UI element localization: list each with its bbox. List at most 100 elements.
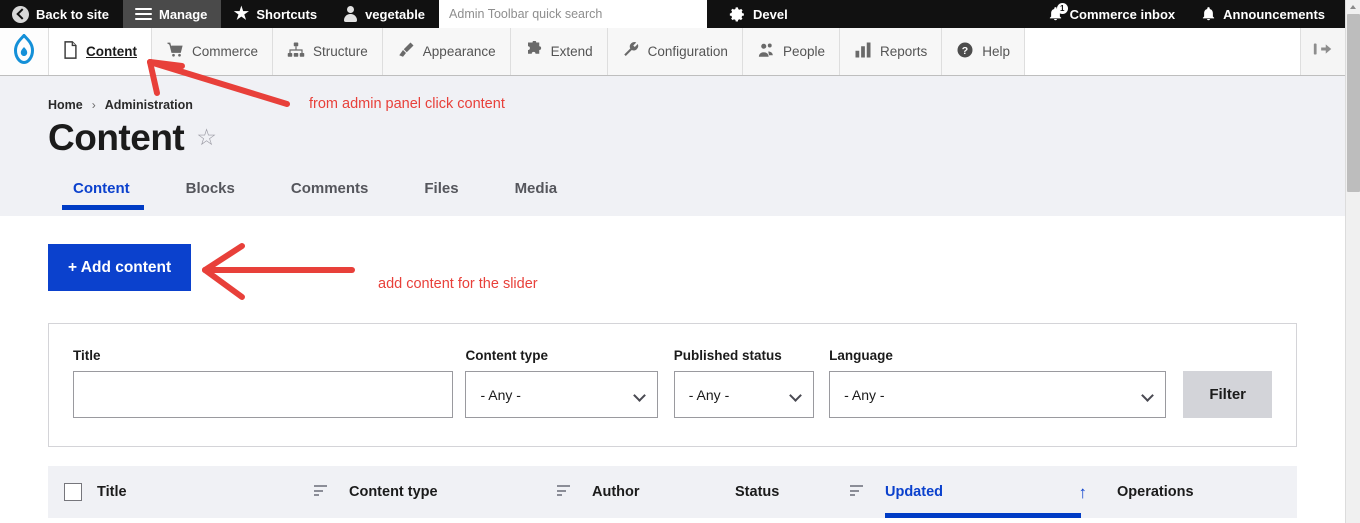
primary-tabs: Content Blocks Comments Files Media [48,180,585,210]
title-filter-label: Title [73,348,101,363]
tab-comments[interactable]: Comments [263,180,397,210]
menu-item-appearance-label: Appearance [422,44,496,59]
menu-item-help[interactable]: ? Help [941,28,1025,75]
bell-icon: 1 [1048,2,1068,23]
bell-icon [1201,6,1216,23]
language-filter-select[interactable]: - Any - [829,371,1167,418]
breadcrumb-item-administration[interactable]: Administration [105,98,193,112]
admin-toolbar-search-input[interactable] [439,0,708,28]
column-header-updated-label: Updated [885,484,943,500]
published-status-filter-value: - Any - [688,386,730,403]
content-table: Title Content type Author Status Updated [48,466,1297,518]
menu-item-extend[interactable]: Extend [509,28,607,75]
star-icon: ★ [233,4,250,23]
title-filter-input[interactable] [73,371,453,418]
tab-media-label: Media [514,180,558,197]
page-scrollbar[interactable] [1345,0,1360,523]
column-header-content-type[interactable]: Content type [349,466,592,518]
breadcrumb-item-home[interactable]: Home [48,98,83,112]
commerce-inbox-label: Commerce inbox [1069,6,1176,22]
svg-text:?: ? [962,45,968,57]
menu-item-people[interactable]: People [741,28,839,75]
sort-icon [850,485,863,499]
menu-item-commerce[interactable]: Commerce [151,28,273,75]
filter-submit-button[interactable]: Filter [1183,371,1272,418]
menu-item-reports-label: Reports [880,44,928,59]
content-type-filter-value: - Any - [480,386,521,403]
tab-content[interactable]: Content [48,180,158,210]
page-header-region: Home › Administration Content ☆ Content … [0,76,1345,216]
sort-icon [314,485,327,499]
tab-blocks[interactable]: Blocks [158,180,263,210]
username-label: vegetable [365,6,426,22]
add-content-button[interactable]: + Add content [48,244,192,291]
devel-label: Devel [753,6,788,22]
chevron-down-icon [1141,389,1154,402]
menu-item-structure[interactable]: Structure [272,28,382,75]
tab-comments-label: Comments [290,180,369,197]
select-all-checkbox[interactable] [64,483,82,501]
published-status-filter-select[interactable]: - Any - [673,371,814,418]
column-header-operations-label: Operations [1117,484,1194,500]
language-filter-label: Language [829,348,893,363]
tab-media[interactable]: Media [487,180,586,210]
page-title-row: Content ☆ [48,119,217,156]
sort-ascending-icon: ↑ [1078,482,1088,502]
column-header-author: Author [592,466,735,518]
table-header-row: Title Content type Author Status Updated [48,466,1297,518]
user-account-tab[interactable]: vegetable [331,0,439,28]
column-header-title[interactable]: Title [97,466,349,518]
manage-label: Manage [158,6,208,22]
menu-item-appearance[interactable]: Appearance [381,28,510,75]
back-to-site-label: Back to site [36,6,109,22]
commerce-inbox-badge: 1 [1056,2,1068,14]
column-header-status-label: Status [735,484,780,500]
tab-files-label: Files [424,180,459,197]
admin-toolbar-top: Back to site Manage ★ Shortcuts vegetabl… [0,0,1345,28]
sort-icon [557,485,570,499]
menu-item-reports[interactable]: Reports [839,28,942,75]
menu-item-people-label: People [782,44,825,59]
published-status-filter-label: Published status [673,348,782,363]
chevron-down-icon [788,389,802,402]
filter-field-language: Language - Any - [829,348,1167,418]
menu-item-help-label: Help [982,44,1011,59]
shortcuts-tab[interactable]: ★ Shortcuts [221,0,331,28]
devel-menu-item[interactable]: Devel [707,0,802,28]
column-header-updated[interactable]: Updated ↑ [885,466,1117,518]
column-header-operations: Operations [1117,466,1297,518]
tab-files[interactable]: Files [396,180,486,210]
breadcrumb: Home › Administration [48,98,193,112]
cart-icon [166,41,184,62]
filter-field-published-status: Published status - Any - [673,348,814,418]
collapse-toolbar-button[interactable] [1300,28,1345,75]
menu-item-structure-label: Structure [313,44,368,59]
commerce-inbox-button[interactable]: 1 Commerce inbox [1036,0,1189,28]
page-title: Content [48,117,185,158]
content-type-filter-select[interactable]: - Any - [465,371,659,418]
drupal-droplet-logo [11,33,37,69]
scrollbar-thumb[interactable] [1347,14,1360,192]
page-icon [63,41,78,62]
column-header-title-label: Title [97,484,127,500]
tab-content-label: Content [73,180,130,197]
star-outline-icon[interactable]: ☆ [196,126,217,149]
column-header-status[interactable]: Status [735,466,885,518]
breadcrumb-separator-icon: › [91,98,96,112]
menu-item-configuration[interactable]: Configuration [606,28,742,75]
main-content-region: + Add content Title Content type - Any - [0,216,1345,523]
puzzle-icon [525,40,543,62]
menu-item-commerce-label: Commerce [192,44,259,59]
drupal-logo-link[interactable] [0,28,48,75]
manage-tab[interactable]: Manage [122,0,222,28]
drupal-content-admin-page: Back to site Manage ★ Shortcuts vegetabl… [0,0,1360,523]
select-all-header [48,466,97,518]
scrollbar-up-arrow-icon[interactable] [1346,0,1360,14]
menu-empty-space [1024,28,1300,75]
column-header-content-type-label: Content type [349,484,438,500]
announcements-button[interactable]: Announcements [1189,0,1345,28]
back-to-site-button[interactable]: Back to site [0,0,123,28]
menu-item-configuration-label: Configuration [647,44,728,59]
menu-item-content[interactable]: Content [48,28,151,75]
